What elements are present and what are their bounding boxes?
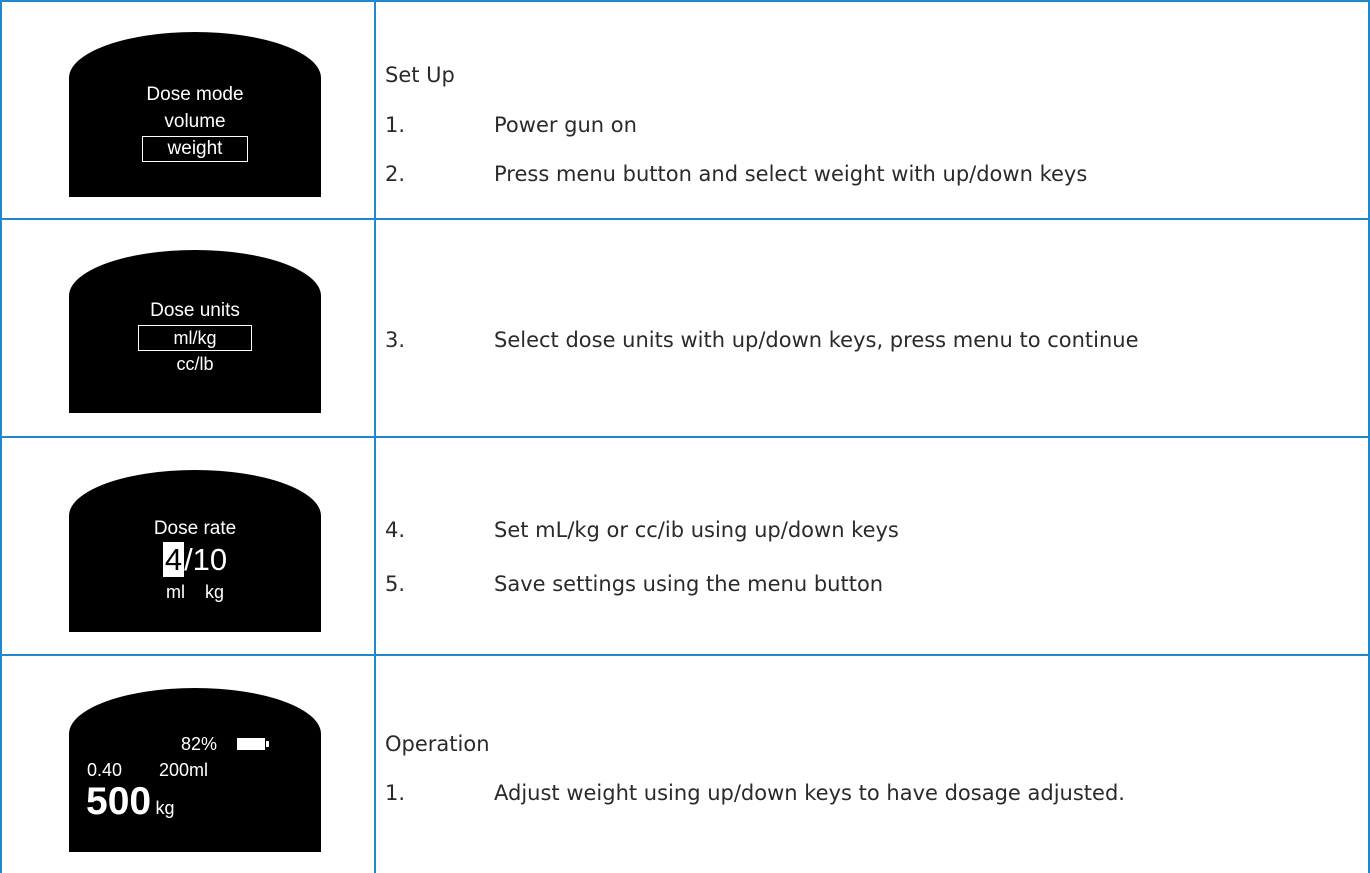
step-text: Select dose units with up/down keys, pre… (494, 328, 1139, 352)
step-number: 2. (385, 162, 406, 186)
step-text: Power gun on (494, 113, 637, 137)
screen-title: Dose mode (146, 84, 244, 105)
step-number: 1. (385, 113, 406, 137)
row-divider (0, 654, 1370, 656)
row-divider (0, 218, 1370, 220)
table-border-left (0, 0, 2, 873)
screen-option-weight-selected: weight (142, 136, 248, 162)
screen-title: Dose units (150, 300, 240, 321)
screen-title: Dose rate (153, 518, 237, 539)
table-border-top (0, 0, 1370, 2)
screen-option-weight-wrap: weight (69, 136, 321, 162)
unit-ml: ml (165, 582, 185, 602)
weight-unit: kg (155, 798, 175, 818)
row-divider (0, 436, 1370, 438)
screen-option-mlkg-selected: ml/kg (138, 325, 252, 351)
screen-rate-units: ml kg (69, 582, 321, 603)
unit-kg: kg (205, 582, 225, 602)
device-screen-dose-units: Dose units ml/kg cc/lb (69, 250, 321, 413)
section-header-setup: Set Up (385, 63, 455, 87)
device-screen-dose-mode: Dose mode volume weight (69, 32, 321, 197)
battery-icon (237, 738, 265, 750)
screen-option-volume: volume (164, 111, 226, 132)
screen-option-cclb: cc/lb (176, 354, 214, 374)
step-text: Save settings using the menu button (494, 572, 884, 596)
device-screen-operation: 82% 0.40 200ml 500 kg (69, 688, 321, 852)
screen-option-mlkg-wrap: ml/kg (69, 325, 321, 351)
step-number: 5. (385, 572, 406, 596)
step-text: Press menu button and select weight with… (494, 162, 1088, 186)
screen-rate-value: 4/10 (69, 542, 321, 578)
column-divider (374, 0, 376, 873)
step-text: Adjust weight using up/down keys to have… (494, 781, 1125, 805)
battery-percent: 82% (181, 734, 218, 754)
device-screen-dose-rate: Dose rate 4/10 ml kg (69, 470, 321, 632)
instruction-table: Dose mode volume weight Set Up 1. Power … (0, 0, 1370, 873)
step-text: Set mL/kg or cc/ib using up/down keys (494, 518, 899, 542)
dose-rate-readout: 0.40 (87, 760, 123, 780)
volume-readout: 200ml (159, 760, 209, 780)
battery-tip (266, 741, 269, 747)
weight-value: 500 (86, 780, 152, 823)
rate-numerator-selected: 4 (162, 542, 185, 577)
step-number: 3. (385, 328, 406, 352)
rate-denominator: /10 (184, 542, 228, 577)
step-number: 4. (385, 518, 406, 542)
section-header-operation: Operation (385, 732, 490, 756)
weight-readout: 500 kg (86, 780, 175, 824)
step-number: 1. (385, 781, 406, 805)
